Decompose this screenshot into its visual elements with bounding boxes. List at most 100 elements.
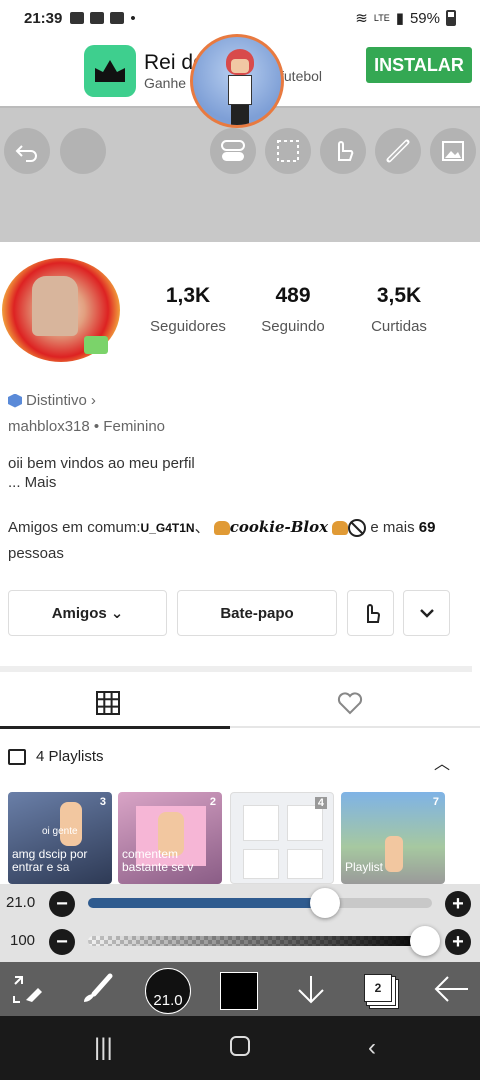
more-button[interactable]	[403, 590, 450, 636]
chevron-down-icon	[419, 609, 434, 618]
transform-eraser-button[interactable]	[8, 970, 46, 1008]
hand-pointer-icon	[366, 604, 380, 623]
burger-icon	[332, 521, 349, 536]
bio: oii bem vindos ao meu perfil ... Mais	[8, 454, 195, 492]
followers-count: 1,3K	[165, 284, 211, 307]
install-button[interactable]: INSTALAR	[366, 47, 472, 83]
back-button[interactable]	[432, 970, 470, 1008]
playlist-card-3[interactable]: 4	[230, 792, 334, 884]
toggle-button[interactable]	[210, 128, 256, 174]
playlist-count: 7	[432, 796, 439, 808]
mutual-people: pessoas	[8, 545, 64, 562]
playlist-count: 2	[209, 796, 216, 808]
dot-icon: •	[130, 9, 136, 27]
redo-button[interactable]	[60, 128, 106, 174]
brush-tool-button[interactable]	[78, 970, 116, 1008]
home-icon[interactable]	[230, 1036, 250, 1056]
size-plus-button[interactable]: +	[445, 891, 471, 917]
playlist-caption: amg dscip por entrar e sa	[12, 847, 88, 874]
video-icon	[70, 12, 85, 24]
section-divider	[0, 666, 472, 672]
size-slider-track[interactable]	[88, 898, 432, 908]
size-value: 21.0	[6, 894, 36, 911]
bio-more-link[interactable]: ... Mais	[8, 473, 195, 492]
friends-button[interactable]: Amigos ⌄	[8, 590, 167, 636]
arrow-left-icon	[434, 976, 468, 1002]
chat-button-label: Bate-papo	[220, 604, 294, 622]
ad-subtitle-suffix: futebol	[280, 68, 323, 84]
mutual-friends[interactable]: Amigos em comum:U_G4T1N、 cookie-Blox e m…	[8, 514, 468, 567]
playlist-icon	[8, 748, 26, 765]
opacity-plus-button[interactable]: +	[445, 929, 471, 955]
undo-icon	[15, 145, 37, 162]
hand-button[interactable]	[320, 128, 366, 174]
likes-count: 3,5K	[376, 284, 422, 307]
battery-icon	[446, 10, 456, 26]
bio-text: oii bem vindos ao meu perfil	[8, 455, 195, 472]
swap-eraser-icon	[13, 976, 42, 1003]
stat-likes[interactable]: 3,5K Curtidas	[356, 284, 442, 335]
playlists-title: 4 Playlists	[36, 748, 104, 765]
playlist-card-1[interactable]: oi gente 3 amg dscip por entrar e sa	[8, 792, 112, 884]
badge-label: Distintivo	[26, 392, 87, 409]
nav-back-icon[interactable]: ‹	[368, 1034, 376, 1062]
image-button[interactable]	[430, 128, 476, 174]
opacity-slider-thumb[interactable]	[410, 926, 440, 956]
select-button[interactable]	[265, 128, 311, 174]
playlist-card-4[interactable]: 7 Playlist	[341, 792, 445, 884]
grid-icon[interactable]	[95, 690, 121, 716]
badge-link[interactable]: Distintivo ›	[8, 392, 96, 409]
stat-followers[interactable]: 1,3K Seguidores	[140, 284, 236, 335]
likes-label: Curtidas	[371, 318, 427, 335]
size-slider-fill	[88, 898, 326, 908]
tab-active-indicator	[0, 726, 230, 729]
mutual-count: 69	[418, 519, 436, 536]
brush-size-indicator[interactable]: 21.0	[145, 968, 191, 1014]
card-inner-label: oi gente	[42, 826, 78, 837]
brush-icon	[84, 973, 113, 1002]
heart-icon[interactable]	[336, 690, 364, 716]
status-bar: 21:39 • ≋ LTE ▮ 59%	[0, 0, 480, 36]
playlist-count: 4	[314, 797, 327, 809]
battery-label: 59%	[409, 9, 440, 27]
image-icon	[90, 12, 105, 24]
undo-button[interactable]	[4, 128, 50, 174]
profile-handle: mahblox318 • Feminino	[8, 418, 166, 435]
followers-label: Seguidores	[150, 318, 226, 335]
mutual-user-1: U_G4T1N	[140, 521, 195, 535]
download-button[interactable]	[292, 970, 330, 1008]
wifi-icon: ≋	[355, 10, 368, 27]
playlist-card-2[interactable]: 2 comentem bastante se v	[118, 792, 222, 884]
color-swatch[interactable]	[220, 972, 258, 1010]
playlist-count: 3	[99, 796, 106, 808]
chevron-right-icon: ›	[90, 392, 96, 409]
chat-button[interactable]: Bate-papo	[177, 590, 337, 636]
opacity-minus-button[interactable]: −	[49, 929, 75, 955]
ruler-button[interactable]	[375, 128, 421, 174]
opacity-value: 100	[10, 932, 36, 949]
playlists-header[interactable]: 4 Playlists	[8, 748, 104, 765]
recent-apps-icon[interactable]: |||	[94, 1034, 113, 1062]
arrow-down-icon	[298, 976, 324, 1004]
ruler-icon	[386, 139, 410, 163]
playlist-caption: Playlist	[345, 860, 384, 874]
layers-button[interactable]: 2	[364, 974, 392, 1002]
following-label: Seguindo	[261, 318, 325, 335]
stat-following[interactable]: 489 Seguindo	[250, 284, 336, 335]
sticker-image[interactable]	[190, 34, 284, 128]
following-count: 489	[275, 284, 311, 307]
badge-icon	[8, 393, 22, 408]
hand-icon	[338, 141, 354, 161]
signal-icon: ▮	[395, 10, 404, 27]
mutual-user-2: cookie-Blox	[229, 518, 329, 536]
chevron-up-icon[interactable]: ︿	[434, 750, 450, 774]
opacity-slider-track[interactable]	[88, 936, 432, 946]
ad-app-logo	[84, 45, 136, 97]
burger-icon	[213, 521, 230, 536]
chevron-down-icon: ⌄	[110, 605, 124, 622]
status-time: 21:39	[24, 9, 63, 27]
poke-button[interactable]	[347, 590, 394, 636]
size-minus-button[interactable]: −	[49, 891, 75, 917]
avatar[interactable]	[2, 258, 120, 362]
toggle-icon	[221, 140, 245, 161]
